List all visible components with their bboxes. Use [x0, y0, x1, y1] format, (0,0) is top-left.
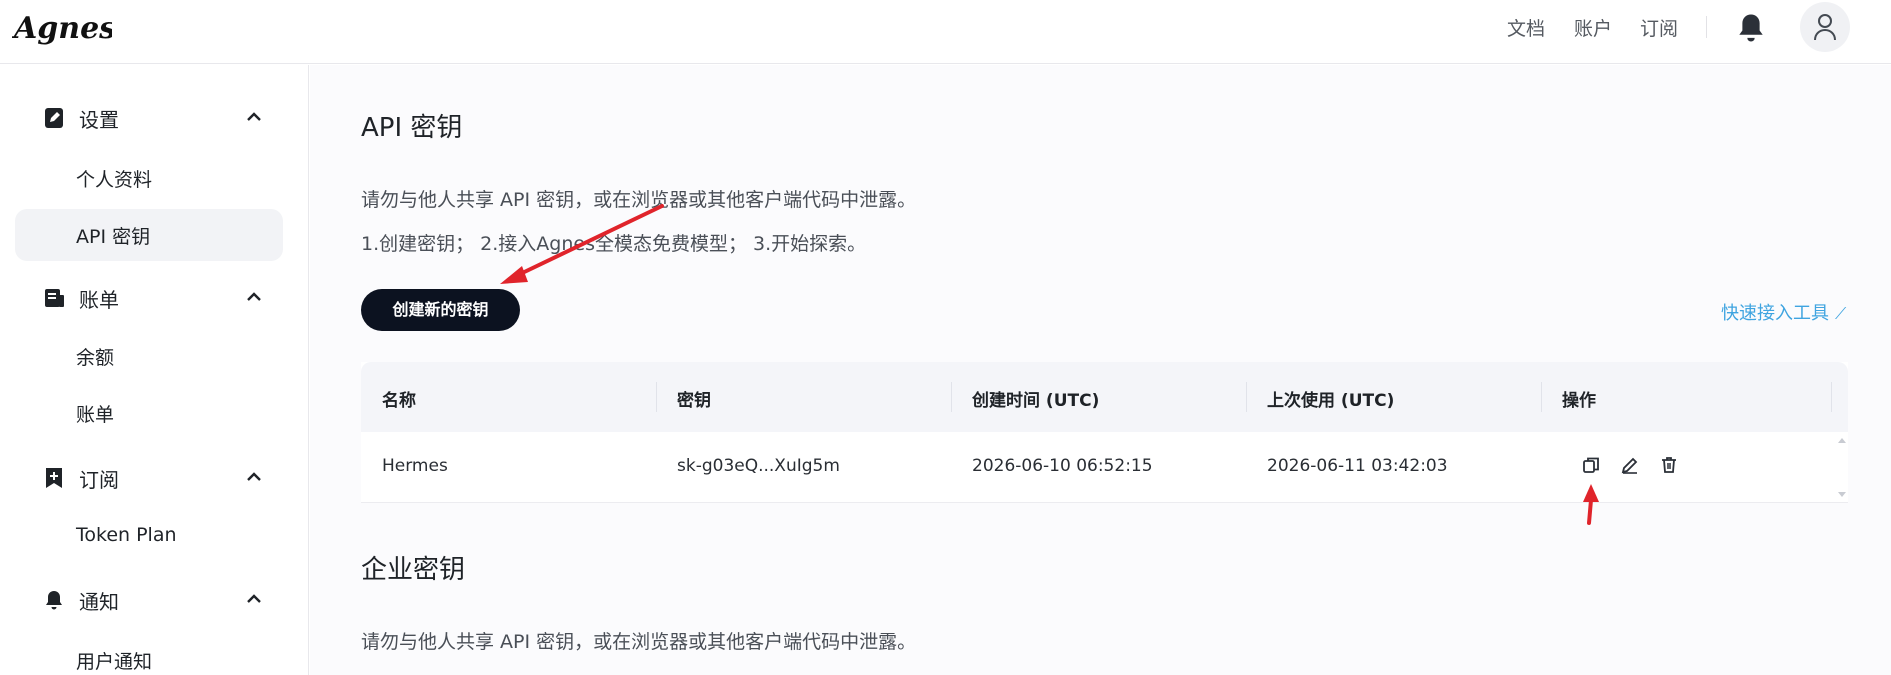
- col-name: 名称: [382, 391, 416, 411]
- column-separator: [1541, 382, 1542, 412]
- sidebar-group-subscription[interactable]: 订阅: [44, 461, 274, 493]
- table-row: Hermes sk-g03eQ...XuIg5m 2026-06-10 06:5…: [361, 432, 1848, 503]
- bell-icon: [46, 591, 62, 610]
- sidebar-group-billing[interactable]: 账单: [44, 281, 274, 313]
- avatar[interactable]: [1800, 2, 1850, 52]
- sidebar-group-label: 订阅: [79, 468, 119, 492]
- nav-account[interactable]: 账户: [1574, 14, 1612, 40]
- svg-text:Agnes: Agnes: [12, 11, 112, 46]
- copy-icon[interactable]: [1581, 455, 1601, 475]
- sidebar-item-profile[interactable]: 个人资料: [76, 165, 152, 192]
- api-key-warning: 请勿与他人共享 API 密钥，或在浏览器或其他客户端代码中泄露。: [361, 189, 917, 211]
- main-content: API 密钥 请勿与他人共享 API 密钥，或在浏览器或其他客户端代码中泄露。 …: [310, 65, 1891, 675]
- sidebar-group-label: 通知: [79, 590, 119, 614]
- chevron-up-icon[interactable]: [246, 471, 262, 483]
- col-created: 创建时间 (UTC): [972, 391, 1100, 411]
- nav-docs[interactable]: 文档: [1507, 14, 1545, 40]
- edit-icon[interactable]: [1620, 455, 1640, 475]
- quick-access-label: 快速接入工具: [1721, 303, 1829, 324]
- chevron-up-icon[interactable]: [246, 111, 262, 123]
- enterprise-title: 企业密钥: [361, 555, 466, 585]
- nav-subscription[interactable]: 订阅: [1640, 14, 1678, 40]
- key-value: sk-g03eQ...XuIg5m: [677, 456, 840, 476]
- chevron-up-icon[interactable]: [246, 593, 262, 605]
- column-separator: [1831, 382, 1832, 412]
- col-last-used: 上次使用 (UTC): [1267, 391, 1395, 411]
- divider: [1706, 16, 1707, 38]
- scroll-down-icon[interactable]: [1838, 492, 1846, 497]
- page-title: API 密钥: [361, 113, 463, 143]
- sidebar-group-settings[interactable]: 设置: [44, 101, 274, 133]
- sidebar-item-api-keys[interactable]: API 密钥: [76, 222, 150, 249]
- agnes-logo[interactable]: Agnes: [12, 2, 112, 52]
- column-separator: [1246, 382, 1247, 412]
- api-keys-table: 名称 密钥 创建时间 (UTC) 上次使用 (UTC) 操作 Hermes sk…: [361, 362, 1848, 503]
- enterprise-warning: 请勿与他人共享 API 密钥，或在浏览器或其他客户端代码中泄露。: [361, 631, 917, 653]
- sidebar-group-label: 账单: [79, 288, 119, 312]
- top-bar: Agnes 文档 账户 订阅: [0, 0, 1891, 64]
- sidebar-item-user-notifications[interactable]: 用户通知: [76, 647, 152, 674]
- api-key-steps: 1.创建密钥； 2.接入Agnes全模态免费模型； 3.开始探索。: [361, 233, 867, 255]
- table-header: 名称 密钥 创建时间 (UTC) 上次使用 (UTC) 操作: [361, 362, 1848, 432]
- receipt-icon: [45, 289, 64, 307]
- key-created: 2026-06-10 06:52:15: [972, 456, 1153, 476]
- scroll-up-icon[interactable]: [1838, 438, 1846, 443]
- col-actions: 操作: [1562, 391, 1596, 411]
- user-icon: [1814, 14, 1836, 41]
- column-separator: [656, 382, 657, 412]
- bell-icon[interactable]: [1736, 12, 1766, 44]
- sidebar-group-notifications[interactable]: 通知: [44, 583, 274, 615]
- sidebar: 设置 个人资料 API 密钥 账单 余额 账单 订阅 Token Plan 通知…: [0, 65, 309, 675]
- column-separator: [951, 382, 952, 412]
- chevron-up-icon[interactable]: [246, 291, 262, 303]
- col-key: 密钥: [677, 391, 711, 411]
- edit-square-icon: [45, 108, 63, 128]
- delete-icon[interactable]: [1659, 455, 1679, 475]
- sidebar-item-token-plan[interactable]: Token Plan: [76, 524, 177, 546]
- sidebar-item-balance[interactable]: 余额: [76, 343, 114, 370]
- key-last-used: 2026-06-11 03:42:03: [1267, 456, 1448, 476]
- sidebar-item-bills[interactable]: 账单: [76, 400, 114, 427]
- table-scrollbar[interactable]: [1837, 432, 1847, 502]
- quick-access-link[interactable]: 快速接入工具 ⟋: [1721, 299, 1846, 325]
- create-key-button[interactable]: 创建新的密钥: [361, 289, 520, 331]
- sidebar-group-label: 设置: [79, 108, 119, 132]
- bookmark-plus-icon: [46, 468, 62, 488]
- pencil-icon: ⟋: [1835, 304, 1847, 323]
- key-name: Hermes: [382, 456, 448, 476]
